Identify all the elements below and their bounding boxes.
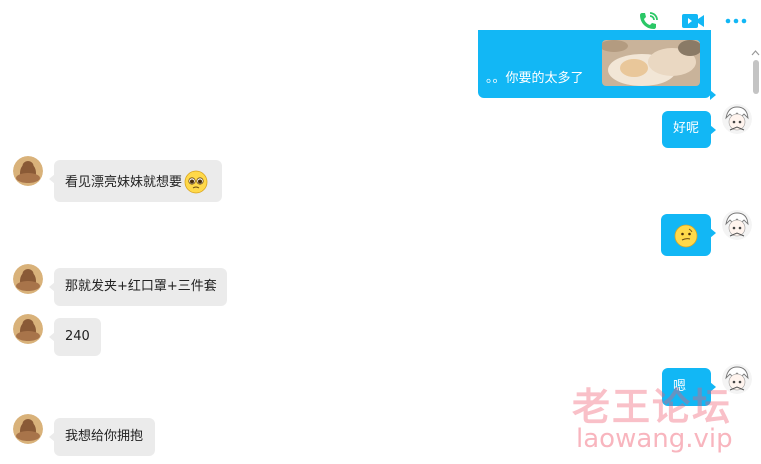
pleading-face-emoji (184, 170, 208, 200)
avatar-self[interactable] (722, 104, 752, 134)
avatar-contact[interactable] (13, 314, 43, 344)
message-bubble-outgoing[interactable] (661, 214, 716, 256)
message-text: 那就发夹+红口罩+三件套 (65, 279, 217, 294)
message-text: 240 (65, 329, 90, 344)
anime-avatar-icon (722, 104, 752, 134)
message-text: 。。你要的太多了 (486, 71, 584, 86)
more-dots-icon (725, 18, 747, 24)
avatar-self[interactable] (722, 210, 752, 240)
watermark-url: laowang.vip (576, 424, 733, 454)
message-text: 好呢 (673, 121, 700, 136)
message-bubble-incoming[interactable]: 那就发夹+红口罩+三件套 (49, 268, 227, 306)
video-call-icon (682, 14, 704, 28)
scrollbar-thumb[interactable] (753, 60, 759, 94)
message-bubble-incoming[interactable]: 240 (49, 318, 101, 356)
thinking-face-emoji (674, 224, 698, 254)
penguin-avatar-icon (13, 156, 43, 186)
message-text: 看见漂亮妹妹就想要 (65, 175, 183, 190)
message-bubble-outgoing[interactable]: 好呢 (662, 111, 716, 148)
phone-icon (640, 12, 658, 29)
message-text: 我想给你拥抱 (65, 429, 144, 444)
chevron-up-icon (751, 50, 760, 56)
chat-window: 。。你要的太多了 好呢 看见漂亮妹妹就想要 那就发夹+红口罩+三件套 240 嗯… (0, 0, 761, 464)
food-photo-icon (602, 40, 700, 86)
avatar-contact[interactable] (13, 414, 43, 444)
phone-call-button[interactable] (637, 10, 661, 32)
penguin-avatar-icon (13, 414, 43, 444)
penguin-avatar-icon (13, 314, 43, 344)
avatar-contact[interactable] (13, 156, 43, 186)
message-bubble-incoming[interactable]: 看见漂亮妹妹就想要 (49, 160, 222, 202)
more-options-button[interactable] (724, 10, 748, 32)
message-bubble-incoming[interactable]: 我想给你拥抱 (49, 418, 155, 456)
avatar-contact[interactable] (13, 264, 43, 294)
penguin-avatar-icon (13, 264, 43, 294)
anime-avatar-icon (722, 210, 752, 240)
video-call-button[interactable] (681, 10, 705, 32)
message-image-thumbnail[interactable] (602, 40, 700, 86)
scroll-up-arrow[interactable] (751, 42, 760, 56)
watermark-title: 老王论坛 (572, 385, 733, 429)
